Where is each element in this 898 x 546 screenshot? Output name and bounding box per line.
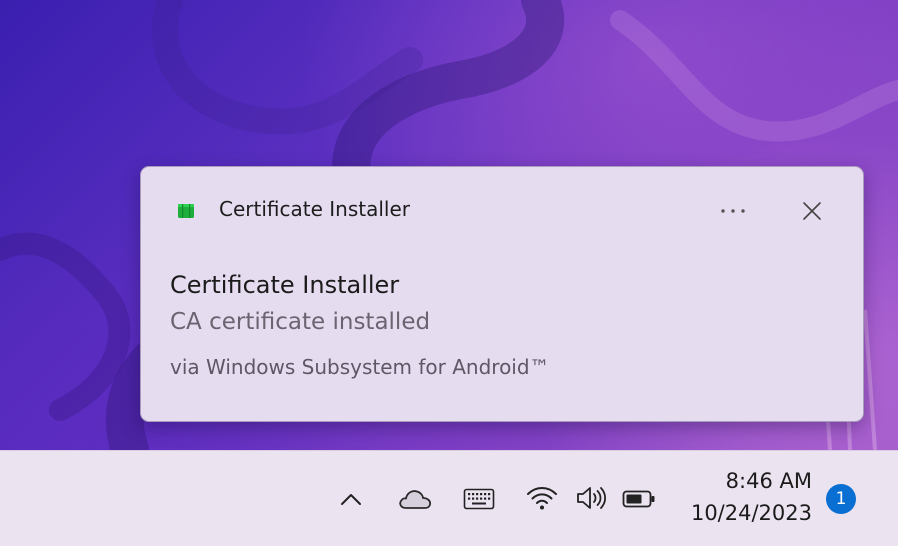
close-icon <box>803 202 821 220</box>
clock-button[interactable]: 8:46 AM 10/24/2023 <box>678 465 814 529</box>
close-button[interactable] <box>793 193 831 229</box>
battery-button[interactable] <box>618 481 660 517</box>
wifi-icon <box>527 487 557 510</box>
clock-time: 8:46 AM <box>725 469 812 493</box>
more-options-button[interactable] <box>713 193 753 229</box>
notification-count-badge[interactable]: 1 <box>826 484 856 514</box>
touch-keyboard-icon <box>463 488 495 510</box>
toast-app-name: Certificate Installer <box>219 197 410 221</box>
volume-button[interactable] <box>572 479 610 517</box>
onedrive-cloud-icon <box>399 490 432 509</box>
battery-icon <box>622 490 655 508</box>
toast-body: CA certificate installed <box>170 309 431 335</box>
show-hidden-icons-button[interactable] <box>334 481 368 517</box>
onedrive-button[interactable] <box>394 481 436 517</box>
green-cube-icon <box>178 204 194 218</box>
clock-date: 10/24/2023 <box>690 501 812 525</box>
toast-attribution: via Windows Subsystem for Android™ <box>170 355 550 379</box>
taskbar: 8:46 AM 10/24/2023 1 <box>0 450 898 546</box>
speaker-icon <box>577 487 607 509</box>
touch-keyboard-button[interactable] <box>458 481 500 517</box>
chevron-up-icon <box>341 494 361 505</box>
toast-notification[interactable]: Certificate Installer Certificate Instal… <box>140 166 864 422</box>
toast-title: Certificate Installer <box>170 271 400 299</box>
more-options-icon <box>721 209 745 213</box>
network-button[interactable] <box>522 479 562 517</box>
